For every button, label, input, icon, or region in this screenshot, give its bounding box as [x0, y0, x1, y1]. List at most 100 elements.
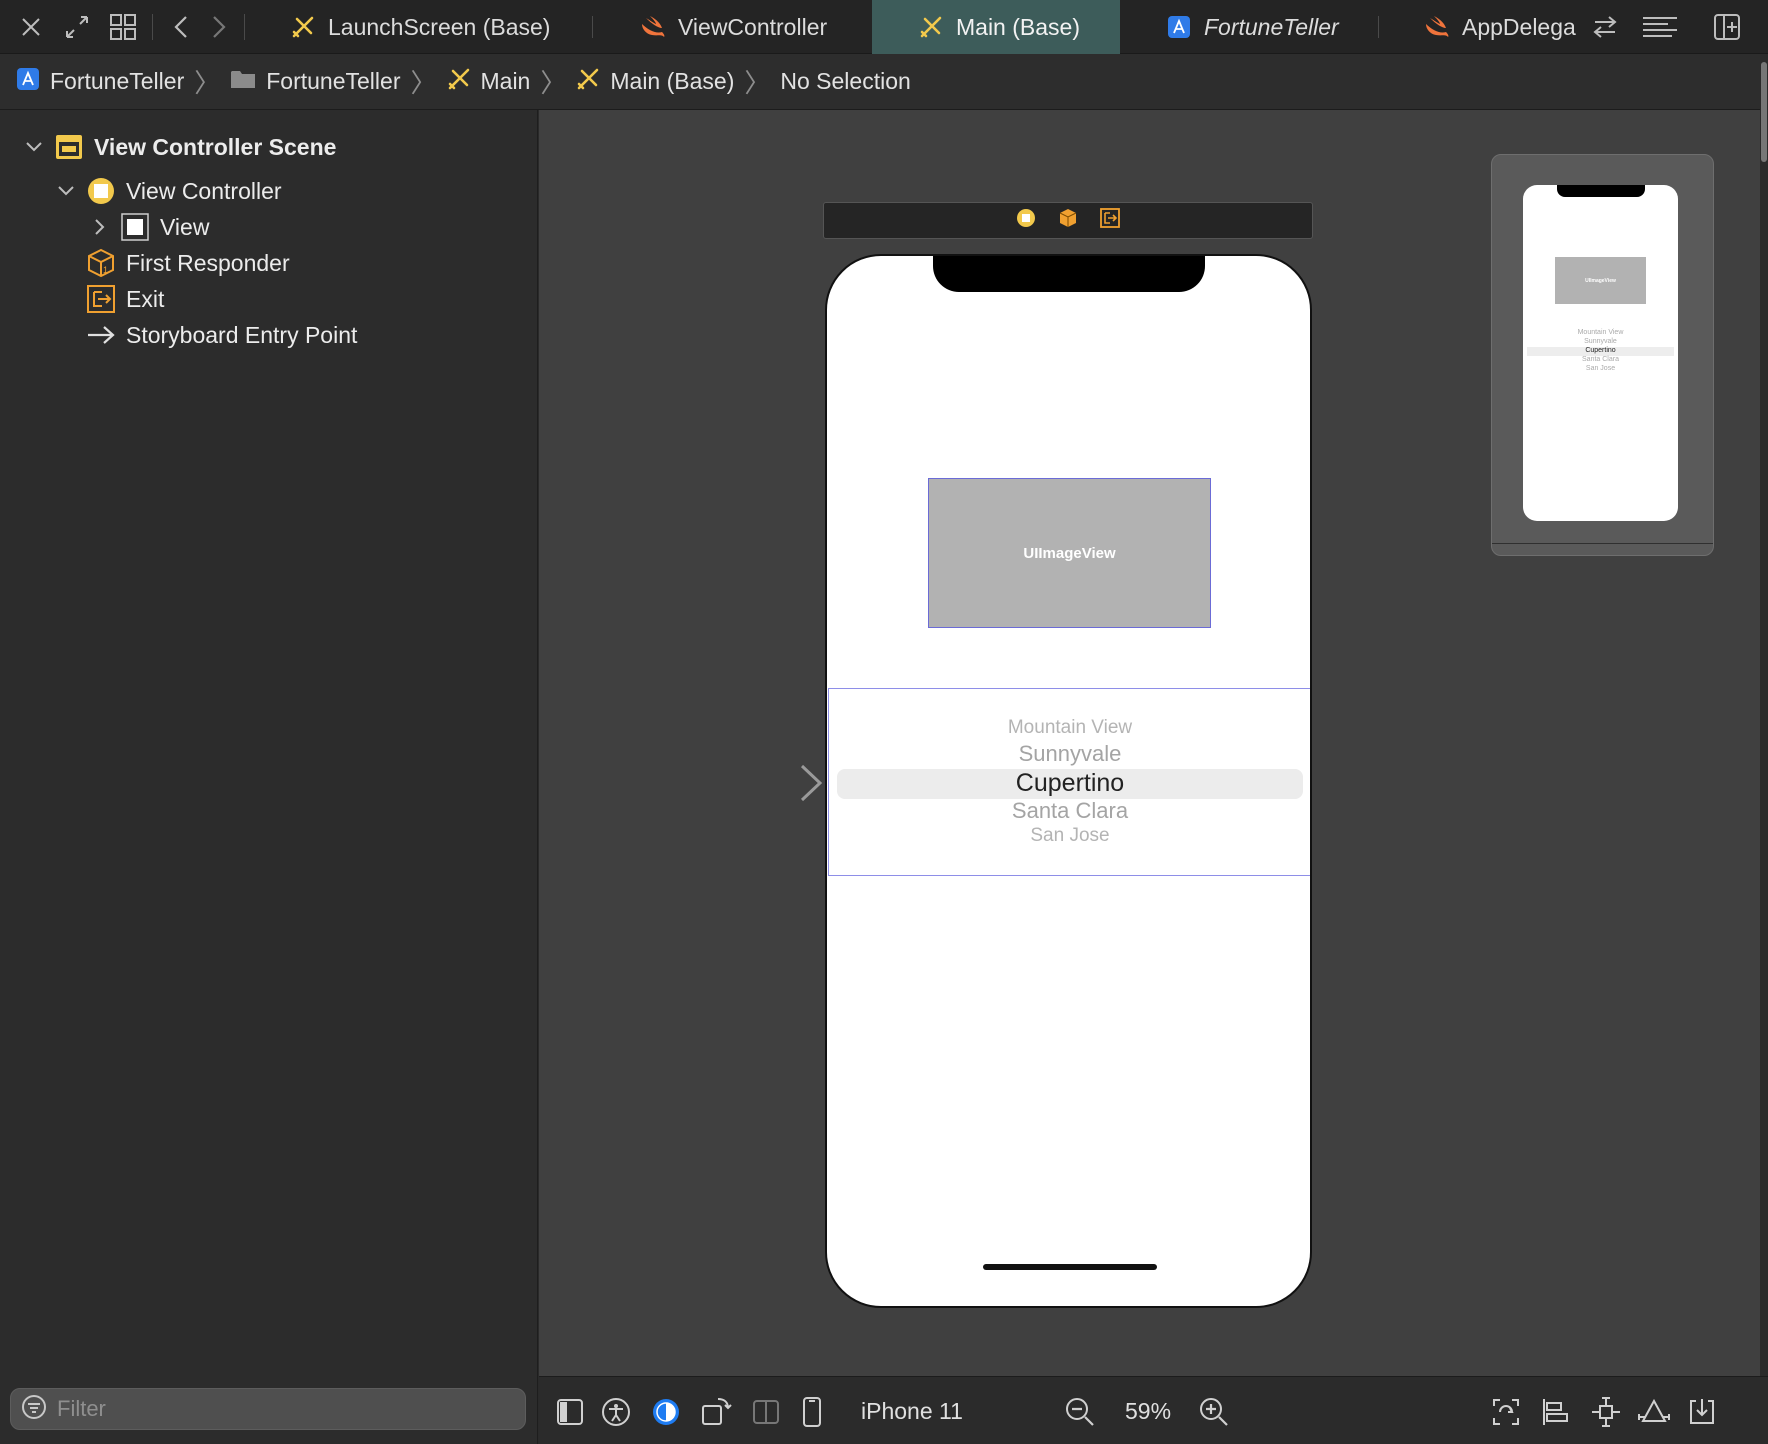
picker-item-selected[interactable]: Cupertino [829, 769, 1310, 798]
expand-editor-icon[interactable] [60, 10, 94, 44]
accessibility-icon[interactable] [599, 1395, 633, 1429]
outline-row-scene[interactable]: View Controller Scene [24, 132, 336, 162]
picker-item[interactable]: San Jose [829, 825, 1310, 847]
outline-row-first-responder[interactable]: 1 First Responder [86, 248, 290, 278]
orientation-icon[interactable] [699, 1395, 733, 1429]
breadcrumb-separator-icon: 〉 [744, 68, 771, 98]
device-name-button[interactable]: iPhone 11 [861, 1398, 963, 1425]
canvas-minimap[interactable]: UIImageView Mountain View Sunnyvale Cupe… [1491, 154, 1714, 556]
picker-item[interactable]: Sunnyvale [829, 741, 1310, 767]
breadcrumb-label: No Selection [780, 68, 911, 94]
exit-icon[interactable] [1100, 208, 1120, 233]
view-icon [120, 212, 150, 242]
add-constraints-icon[interactable] [1589, 1395, 1623, 1429]
storyboard-icon [447, 67, 471, 97]
outline-label: First Responder [126, 249, 290, 276]
minimap-notch [1557, 185, 1645, 197]
scene-icon [54, 132, 84, 162]
picker-item[interactable]: Santa Clara [829, 798, 1310, 824]
minimap-image-view: UIImageView [1555, 257, 1646, 304]
tab-label: LaunchScreen (Base) [328, 13, 551, 40]
tab-fortuneteller[interactable]: FortuneTeller [1166, 0, 1366, 54]
scrollbar-thumb[interactable] [1761, 62, 1767, 162]
add-editor-icon[interactable] [1710, 10, 1744, 44]
svg-text:1: 1 [103, 265, 108, 275]
storyboard-icon [576, 67, 600, 97]
embed-in-icon[interactable] [1685, 1395, 1719, 1429]
outline-label: View [160, 213, 210, 240]
disclosure-open-icon[interactable] [24, 137, 44, 157]
close-editor-icon[interactable] [14, 10, 48, 44]
filter-input[interactable] [57, 1396, 497, 1422]
picker-view[interactable]: Mountain View Sunnyvale Cupertino Santa … [828, 688, 1310, 876]
tab-label: Main (Base) [956, 13, 1080, 40]
appearance-icon[interactable] [649, 1395, 683, 1429]
breadcrumb-project[interactable]: FortuneTeller [16, 67, 184, 97]
view-controller-icon[interactable] [1016, 208, 1036, 233]
disclosure-open-icon[interactable] [56, 181, 76, 201]
outline-label: View Controller [126, 177, 282, 204]
first-responder-cube-icon[interactable] [1058, 208, 1078, 233]
tab-label: FortuneTeller [1204, 13, 1339, 40]
disclosure-closed-icon[interactable] [90, 217, 110, 237]
storyboard-entry-arrow-icon[interactable] [706, 762, 824, 809]
device-phone-icon[interactable] [795, 1395, 829, 1429]
image-view-label: UIImageView [1023, 544, 1116, 562]
breadcrumb-main[interactable]: Main [447, 67, 530, 97]
minimap-picker-item: San Jose [1585, 365, 1616, 372]
vertical-scrollbar[interactable] [1760, 54, 1768, 1444]
outline-label: Storyboard Entry Point [126, 321, 358, 348]
tab-label: AppDelega [1462, 13, 1576, 40]
view-controller-icon [86, 176, 116, 206]
zoom-level[interactable]: 59% [1125, 1398, 1171, 1425]
iphone-canvas-view[interactable]: UIImageView Mountain View Sunnyvale Cupe… [825, 254, 1312, 1308]
folder-icon [230, 68, 256, 96]
canvas-bottom-toolbar: iPhone 11 59% [539, 1376, 1768, 1444]
outline-label: View Controller Scene [94, 133, 337, 160]
minimap-divider [1492, 543, 1713, 544]
storyboard-icon [290, 14, 316, 40]
storyboard-icon [918, 14, 944, 40]
toggle-outline-icon[interactable] [553, 1395, 587, 1429]
home-indicator [983, 1264, 1157, 1270]
breadcrumb-no-selection[interactable]: No Selection [780, 68, 910, 95]
tab-main-base[interactable]: Main (Base) [872, 0, 1120, 54]
first-responder-cube-icon: 1 [86, 248, 116, 278]
xcode-project-icon [1166, 14, 1192, 40]
jump-bar: FortuneTeller 〉 FortuneTeller 〉 Main 〉 M… [0, 54, 1768, 110]
forward-chevron-icon[interactable] [202, 10, 236, 44]
breadcrumb-separator-icon: 〉 [540, 68, 567, 98]
document-outline: View Controller Scene View Controller Vi… [0, 110, 538, 1444]
scene-dock[interactable] [823, 202, 1313, 239]
swap-arrows-icon[interactable] [1588, 10, 1622, 44]
tab-launchscreen[interactable]: LaunchScreen (Base) [290, 0, 590, 54]
swift-icon [1424, 14, 1450, 40]
back-chevron-icon[interactable] [164, 10, 198, 44]
breadcrumb-label: Main (Base) [610, 68, 735, 94]
breadcrumb-folder[interactable]: FortuneTeller [230, 68, 400, 96]
swift-icon [640, 14, 666, 40]
related-items-grid-icon[interactable] [106, 10, 140, 44]
breadcrumb-main-base[interactable]: Main (Base) [576, 67, 734, 97]
minimap-picker-item: Santa Clara [1582, 356, 1619, 363]
outline-row-view-controller[interactable]: View Controller [56, 176, 282, 206]
tab-appdelegate[interactable]: AppDelega [1424, 0, 1578, 54]
align-icon[interactable] [1539, 1395, 1573, 1429]
minimap-picker-item: Sunnyvale [1584, 338, 1617, 345]
zoom-out-icon[interactable] [1063, 1395, 1097, 1429]
outline-row-exit[interactable]: Exit [86, 284, 164, 314]
xcode-project-icon [16, 67, 40, 97]
resolve-issues-icon[interactable] [1637, 1395, 1671, 1429]
picker-item[interactable]: Mountain View [829, 717, 1310, 739]
editor-options-icon[interactable] [1640, 10, 1680, 44]
arrow-right-icon [86, 320, 116, 350]
tab-viewcontroller[interactable]: ViewController [640, 0, 840, 54]
zoom-in-icon[interactable] [1197, 1395, 1231, 1429]
image-view[interactable]: UIImageView [928, 478, 1211, 628]
update-frames-icon[interactable] [1489, 1395, 1523, 1429]
outline-row-entry-point[interactable]: Storyboard Entry Point [86, 320, 357, 350]
exit-icon [86, 284, 116, 314]
outline-filter-field[interactable] [10, 1388, 526, 1430]
outline-row-view[interactable]: View [90, 212, 209, 242]
split-view-icon[interactable] [749, 1395, 783, 1429]
